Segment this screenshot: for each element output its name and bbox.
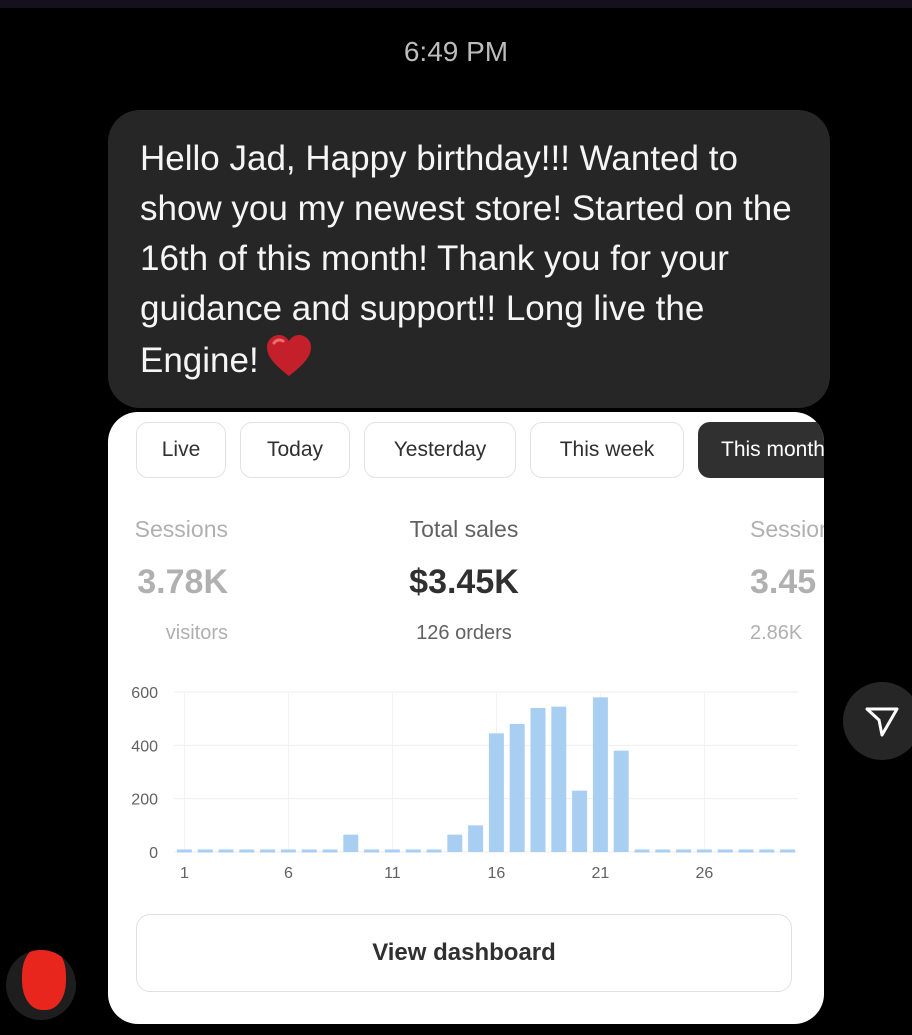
message-bubble[interactable]: Hello Jad, Happy birthday!!! Wanted to s…: [108, 110, 830, 408]
chart-bar: [572, 790, 588, 852]
metric-total-sales: Total sales $3.45K 126 orders: [344, 516, 584, 645]
tab-this-month[interactable]: This month: [698, 422, 824, 478]
y-tick-label: 0: [149, 845, 158, 862]
chart-bar: [613, 750, 629, 852]
metric-value: 3.45: [750, 563, 817, 601]
x-tick-label: 26: [696, 865, 714, 882]
sender-avatar[interactable]: [6, 950, 76, 1020]
chart-bar: [343, 834, 359, 852]
metric-value: 3.78K: [137, 563, 228, 601]
x-tick-label: 16: [488, 865, 506, 882]
store-analytics-card[interactable]: Live Today Yesterday This week This mont…: [108, 412, 824, 1024]
y-tick-label: 200: [131, 792, 158, 809]
x-tick-label: 1: [180, 865, 189, 882]
view-dashboard-button[interactable]: View dashboard: [136, 914, 792, 992]
metric-subtext: visitors: [165, 622, 228, 644]
x-tick-label: 21: [592, 865, 610, 882]
y-tick-label: 600: [131, 685, 158, 702]
heart-emoji-icon: [265, 334, 313, 392]
send-arrow-icon: [865, 707, 899, 737]
message-text: Hello Jad, Happy birthday!!! Wanted to s…: [140, 139, 792, 380]
chart-bar: [530, 708, 546, 852]
top-strip: [0, 0, 912, 8]
tab-today[interactable]: Today: [240, 422, 350, 478]
metric-label: Total sales: [409, 516, 519, 542]
tab-live[interactable]: Live: [136, 422, 226, 478]
metric-subtext: 126 orders: [416, 622, 512, 644]
chart-bar: [488, 733, 504, 852]
x-tick-label: 11: [384, 865, 401, 882]
metric-sessions-left: Sessions 3.78K visitors: [108, 516, 228, 645]
chart-bar: [509, 724, 525, 852]
chart-bar: [468, 825, 484, 852]
daily-sales-chart: 02004006001 6 11 16 21 26: [131, 685, 798, 882]
avatar-image: [22, 950, 66, 1010]
metric-subtext: 2.86K: [750, 622, 803, 644]
tab-yesterday[interactable]: Yesterday: [364, 422, 516, 478]
chart-bar: [447, 834, 463, 852]
message-timestamp: 6:49 PM: [403, 36, 509, 67]
metric-label: Sessions: [134, 516, 228, 542]
share-button[interactable]: [843, 682, 912, 760]
chart-bar: [551, 706, 567, 852]
metric-value: $3.45K: [409, 563, 519, 601]
tab-this-week[interactable]: This week: [530, 422, 684, 478]
x-tick-label: 6: [284, 865, 293, 882]
chart-bar: [592, 697, 608, 852]
metric-label: Sessions: [750, 516, 824, 542]
y-tick-label: 400: [131, 738, 158, 755]
metric-sessions-right: Sessions 3.45 2.86K: [750, 516, 824, 645]
